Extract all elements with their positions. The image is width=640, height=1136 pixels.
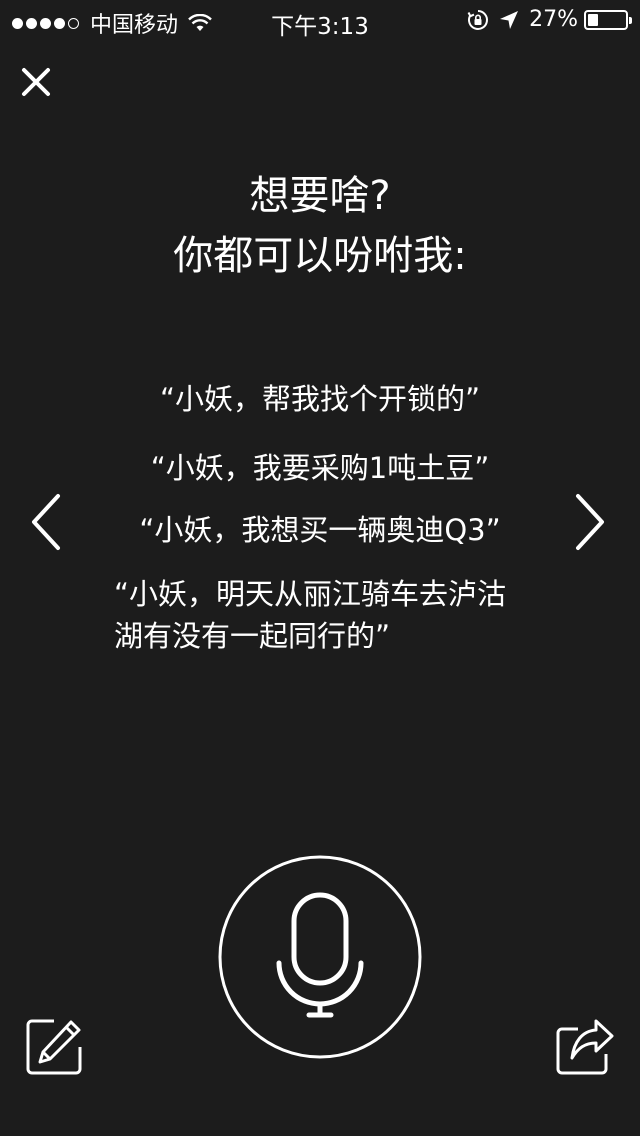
microphone-button[interactable] bbox=[218, 855, 422, 1059]
edit-pencil-icon bbox=[26, 1019, 82, 1075]
example-phrases: “小妖，帮我找个开锁的” “小妖，我要采购1吨土豆” “小妖，我想买一辆奥迪Q3… bbox=[80, 373, 560, 657]
close-icon bbox=[22, 68, 50, 96]
title-line-1: 想要啥? bbox=[249, 173, 391, 219]
example-phrase[interactable]: “小妖，我要采购1吨土豆” bbox=[80, 437, 560, 499]
status-bar: 中国移动 下午3:13 27% bbox=[0, 0, 640, 40]
status-right: 27% bbox=[467, 7, 632, 32]
battery-level-fill bbox=[588, 13, 598, 26]
chevron-right-icon bbox=[576, 494, 604, 550]
share-icon bbox=[556, 1019, 614, 1075]
microphone-icon bbox=[218, 855, 422, 1059]
example-phrase[interactable]: “小妖，我想买一辆奥迪Q3” bbox=[80, 499, 560, 561]
example-phrase[interactable]: “小妖，明天从丽江骑车去泸沽湖有没有一起同行的” bbox=[80, 573, 560, 657]
next-examples-button[interactable] bbox=[570, 492, 610, 552]
share-button[interactable] bbox=[554, 1016, 616, 1078]
rotation-lock-icon bbox=[467, 9, 489, 31]
edit-text-button[interactable] bbox=[24, 1016, 86, 1078]
battery-icon bbox=[584, 9, 632, 30]
battery-tip bbox=[629, 16, 632, 24]
close-button[interactable] bbox=[16, 62, 56, 102]
previous-examples-button[interactable] bbox=[26, 492, 66, 552]
chevron-left-icon bbox=[32, 494, 60, 550]
battery-percentage: 27% bbox=[529, 7, 578, 32]
example-phrase[interactable]: “小妖，帮我找个开锁的” bbox=[80, 373, 560, 425]
voice-assistant-screen: 中国移动 下午3:13 27% 想要啥? 你都可以吩咐我: “小妖，帮我找个开锁… bbox=[0, 0, 640, 1136]
title-line-2: 你都可以吩咐我: bbox=[173, 233, 467, 279]
location-arrow-icon bbox=[499, 10, 519, 30]
prompt-title: 想要啥? 你都可以吩咐我: bbox=[0, 166, 640, 286]
